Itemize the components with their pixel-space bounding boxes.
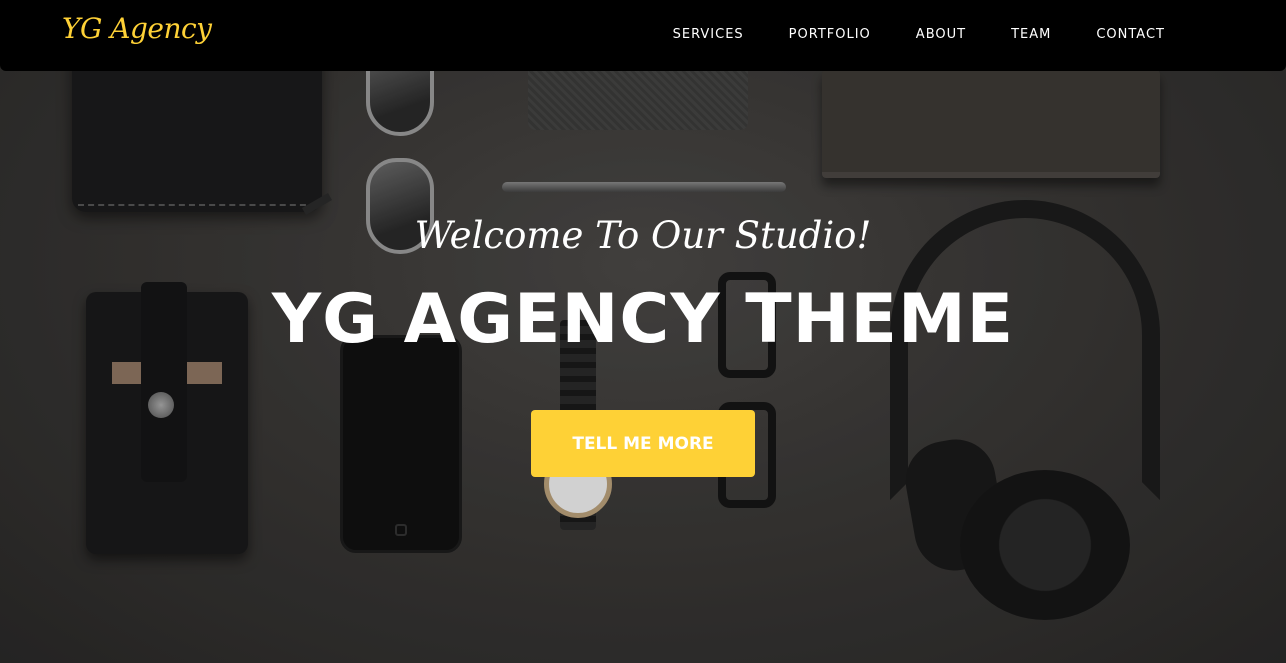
nav-link-portfolio[interactable]: PORTFOLIO bbox=[789, 27, 871, 42]
top-navbar: YG Agency SERVICES PORTFOLIO ABOUT TEAM … bbox=[0, 0, 1286, 71]
nav-link-services[interactable]: SERVICES bbox=[673, 27, 744, 42]
nav-link-contact[interactable]: CONTACT bbox=[1096, 27, 1165, 42]
nav-links: SERVICES PORTFOLIO ABOUT TEAM CONTACT bbox=[628, 27, 1165, 42]
brand-logo[interactable]: YG Agency bbox=[62, 12, 212, 45]
tell-me-more-button[interactable]: TELL ME MORE bbox=[531, 410, 755, 477]
nav-link-team[interactable]: TEAM bbox=[1011, 27, 1051, 42]
hero-heading: YG AGENCY THEME bbox=[271, 280, 1015, 359]
hero-subheading: Welcome To Our Studio! bbox=[414, 214, 872, 257]
hero-section: Welcome To Our Studio! YG AGENCY THEME T… bbox=[0, 0, 1286, 663]
nav-link-about[interactable]: ABOUT bbox=[916, 27, 966, 42]
